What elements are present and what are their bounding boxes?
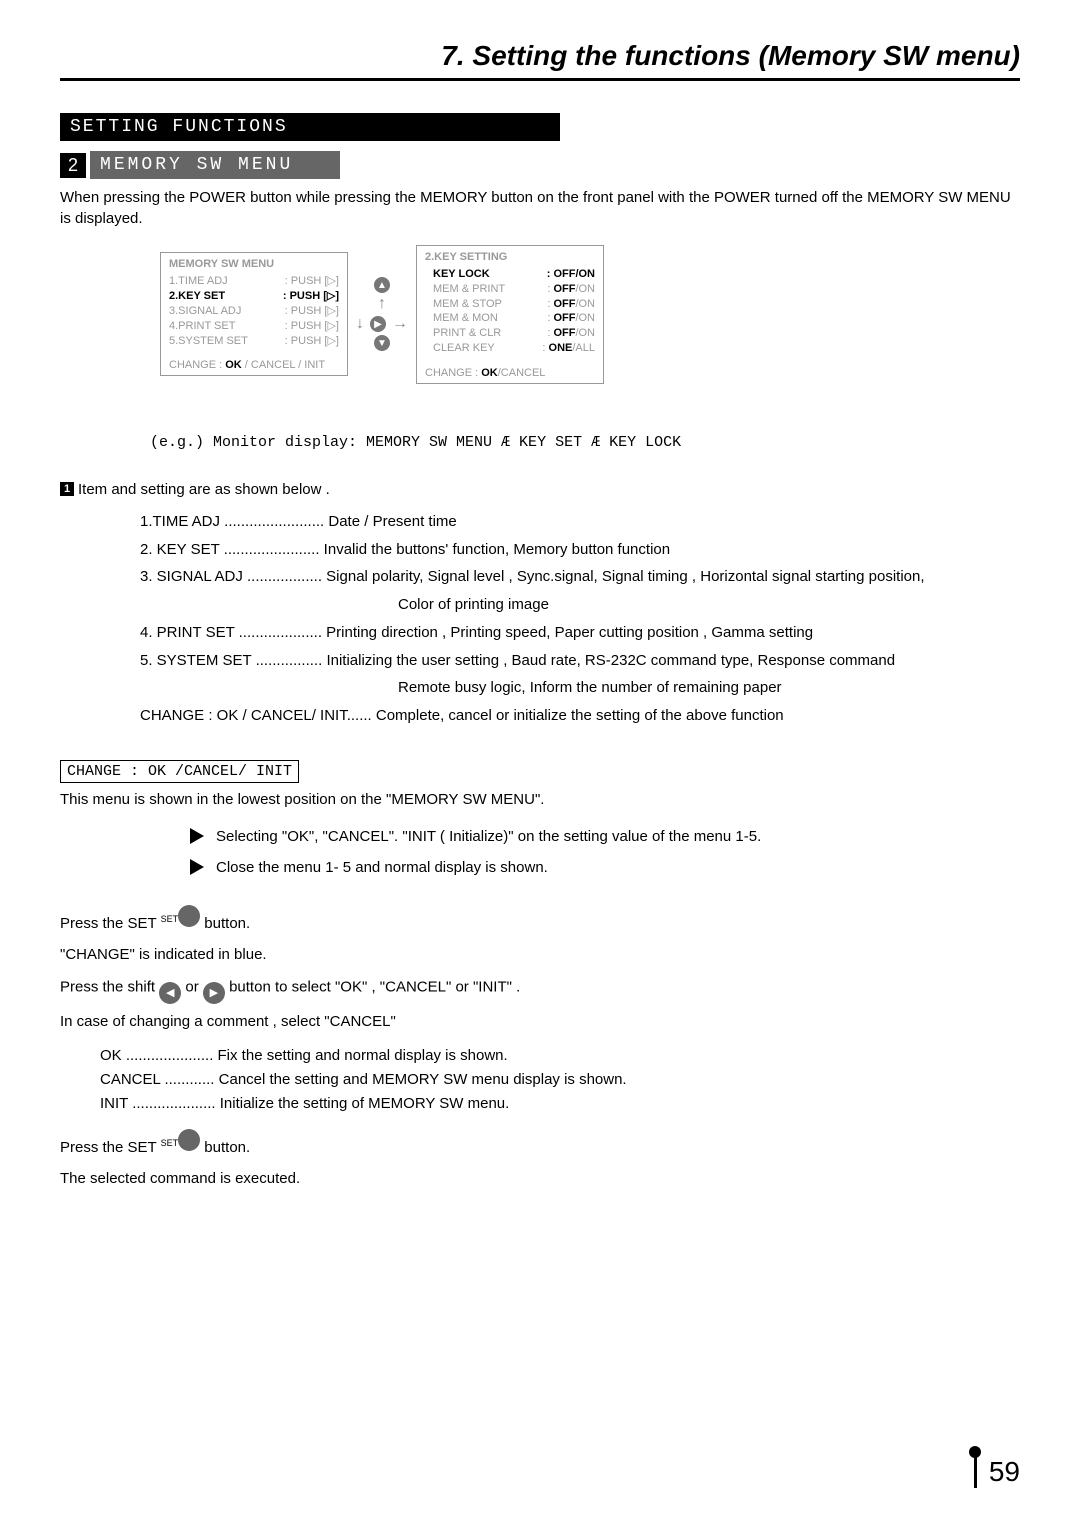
def-item-sub: Remote busy logic, Inform the number of … bbox=[398, 674, 1020, 702]
panel-right-row: CLEAR KEY: ONE/ALL bbox=[425, 341, 595, 356]
panel-left-row: 4.PRINT SET: PUSH [▷] bbox=[169, 319, 339, 334]
panel-left-row: 5.SYSTEM SET: PUSH [▷] bbox=[169, 334, 339, 349]
panel-right-footer: CHANGE : OK/CANCEL bbox=[425, 366, 595, 381]
panel-left-footer: CHANGE : OK / CANCEL / INIT bbox=[169, 358, 339, 373]
def-item: CHANGE : OK / CANCEL/ INIT...... Complet… bbox=[140, 702, 1020, 730]
step-cancel-note: In case of changing a comment , select "… bbox=[60, 1013, 1020, 1030]
triangle-right-icon bbox=[190, 828, 204, 844]
items-lead: Item and setting are as shown below . bbox=[78, 481, 330, 498]
panel-memory-sw-menu: MEMORY SW MENU 1.TIME ADJ: PUSH [▷] 2.KE… bbox=[160, 252, 348, 376]
set-button-icon bbox=[178, 1129, 200, 1151]
box-description: This menu is shown in the lowest positio… bbox=[60, 791, 1020, 808]
heading-main: SETTING FUNCTIONS bbox=[60, 113, 560, 141]
step-change-blue: "CHANGE" is indicated in blue. bbox=[60, 946, 1020, 963]
example-line: (e.g.) Monitor display: MEMORY SW MENU Æ… bbox=[150, 434, 1020, 451]
panel-left-title: MEMORY SW MENU bbox=[169, 257, 339, 272]
step-press-set-2: Press the SET SET button. bbox=[60, 1130, 1020, 1156]
arrow-right-thin: → bbox=[392, 315, 408, 333]
set-label: SET bbox=[161, 914, 179, 924]
change-ok-cancel-init-box: CHANGE : OK /CANCEL/ INIT bbox=[60, 760, 299, 783]
def-item-sub: Color of printing image bbox=[398, 591, 1020, 619]
step-executed: The selected command is executed. bbox=[60, 1170, 1020, 1187]
nav-arrow-cluster: ▲ ↑ ↓ ▶ → ▼ bbox=[356, 277, 408, 351]
def-item: 1.TIME ADJ ........................ Date… bbox=[140, 508, 1020, 536]
up-arrow-icon: ▲ bbox=[374, 277, 390, 293]
heading-sub: MEMORY SW MENU bbox=[90, 151, 340, 179]
panel-key-setting: 2.KEY SETTING KEY LOCK: OFF/ON MEM & PRI… bbox=[416, 245, 604, 384]
panel-right-row: PRINT & CLR: OFF/ON bbox=[425, 326, 595, 341]
panel-left-row: 2.KEY SET: PUSH [▷] bbox=[169, 289, 339, 304]
step-press-shift: Press the shift ◀ or ▶ button to select … bbox=[60, 977, 1020, 999]
heading-sub-number: 2 bbox=[60, 153, 86, 178]
right-arrow-icon: ▶ bbox=[370, 316, 386, 332]
definition-list: 1.TIME ADJ ........................ Date… bbox=[140, 508, 1020, 730]
panel-left-row: 3.SIGNAL ADJ: PUSH [▷] bbox=[169, 304, 339, 319]
def-item: 3. SIGNAL ADJ .................. Signal … bbox=[140, 563, 1020, 591]
arrow-down-thin: ↓ bbox=[356, 315, 364, 333]
def-item: 2. KEY SET ....................... Inval… bbox=[140, 536, 1020, 564]
panel-right-row: MEM & STOP: OFF/ON bbox=[425, 297, 595, 312]
list-number-icon: 1 bbox=[60, 482, 74, 496]
panel-right-row: MEM & MON: OFF/ON bbox=[425, 311, 595, 326]
ok-line: OK ..................... Fix the setting… bbox=[100, 1044, 1020, 1068]
chapter-title: 7. Setting the functions (Memory SW menu… bbox=[60, 40, 1020, 72]
right-arrow-icon: ▶ bbox=[203, 982, 225, 1004]
page-number: 59 bbox=[974, 1456, 1020, 1488]
panel-right-row: MEM & PRINT: OFF/ON bbox=[425, 282, 595, 297]
left-arrow-icon: ◀ bbox=[159, 982, 181, 1004]
bullet-text: Close the menu 1- 5 and normal display i… bbox=[216, 859, 548, 876]
step-press-set: Press the SET SET button. bbox=[60, 906, 1020, 932]
def-item: 4. PRINT SET .................... Printi… bbox=[140, 619, 1020, 647]
intro-paragraph: When pressing the POWER button while pre… bbox=[60, 187, 1020, 229]
panel-left-row: 1.TIME ADJ: PUSH [▷] bbox=[169, 274, 339, 289]
panel-right-title: 2.KEY SETTING bbox=[425, 250, 595, 265]
chapter-rule bbox=[60, 78, 1020, 81]
triangle-right-icon bbox=[190, 859, 204, 875]
set-label: SET bbox=[161, 1138, 179, 1148]
set-button-icon bbox=[178, 905, 200, 927]
arrow-up-thin: ↑ bbox=[378, 295, 386, 313]
panel-right-row: KEY LOCK: OFF/ON bbox=[425, 267, 595, 282]
cancel-line: CANCEL ............ Cancel the setting a… bbox=[100, 1068, 1020, 1092]
def-item: 5. SYSTEM SET ................ Initializ… bbox=[140, 647, 1020, 675]
init-line: INIT .................... Initialize the… bbox=[100, 1092, 1020, 1116]
bullet-text: Selecting "OK", "CANCEL". "INIT ( Initia… bbox=[216, 828, 761, 845]
down-arrow-icon: ▼ bbox=[374, 335, 390, 351]
